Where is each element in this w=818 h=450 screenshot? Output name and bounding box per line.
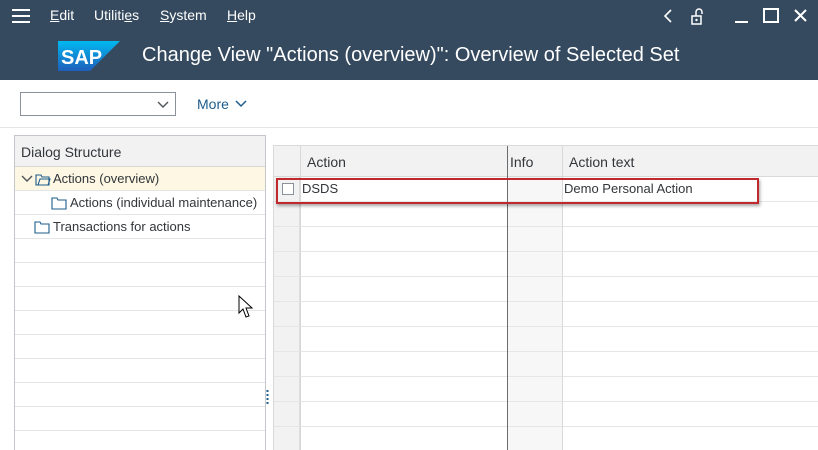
tree-empty-row	[15, 311, 265, 335]
chevron-down-icon	[157, 101, 169, 108]
tree-empty-row	[15, 383, 265, 407]
hamburger-menu-icon[interactable]	[12, 9, 30, 23]
row-selector[interactable]	[274, 252, 300, 276]
row-selector[interactable]	[274, 302, 300, 326]
column-header-action-text[interactable]: Action text	[569, 146, 634, 177]
menu-bar: Edit Utilities System Help	[0, 0, 818, 32]
column-header-info[interactable]: Info	[510, 146, 533, 177]
row-selector[interactable]	[274, 427, 300, 450]
tree-empty-row	[15, 431, 265, 450]
tree-empty-row	[15, 287, 265, 311]
info-cell	[508, 377, 563, 401]
minimize-icon[interactable]	[732, 6, 752, 26]
table-empty-row[interactable]	[274, 327, 818, 352]
more-button[interactable]: More	[197, 96, 229, 112]
info-cell	[508, 202, 563, 226]
table-empty-row[interactable]	[274, 277, 818, 302]
lock-icon[interactable]	[688, 6, 708, 26]
tree-item-actions-individual[interactable]: Actions (individual maintenance)	[15, 191, 265, 215]
table-empty-row[interactable]	[274, 427, 818, 450]
maximize-icon[interactable]	[761, 6, 781, 26]
expand-chevron-icon[interactable]	[20, 174, 34, 184]
info-cell	[508, 277, 563, 301]
sap-logo: SAP	[58, 41, 120, 71]
table-empty-row[interactable]	[274, 252, 818, 277]
tree-item-label: Actions (overview)	[53, 171, 160, 186]
tree-empty-row	[15, 263, 265, 287]
toolbar: More	[0, 80, 818, 128]
command-dropdown[interactable]	[20, 92, 176, 116]
table-empty-row[interactable]	[274, 227, 818, 252]
tree-empty-row	[15, 359, 265, 383]
table-empty-row[interactable]	[274, 302, 818, 327]
tree-empty-row	[15, 407, 265, 431]
table-empty-row[interactable]	[274, 377, 818, 402]
tree-empty-row	[15, 335, 265, 359]
sap-logo-text: SAP	[61, 47, 102, 69]
menu-help[interactable]: Help	[227, 7, 256, 23]
dialog-structure-panel: Dialog Structure Actions (overview) Acti…	[14, 135, 266, 450]
table-empty-row[interactable]	[274, 402, 818, 427]
row-highlight-annotation	[276, 178, 759, 204]
tree-item-transactions[interactable]: Transactions for actions	[15, 215, 265, 239]
info-cell	[508, 402, 563, 426]
row-selector[interactable]	[274, 377, 300, 401]
row-selector[interactable]	[274, 202, 300, 226]
tree-item-label: Actions (individual maintenance)	[70, 195, 258, 210]
mouse-cursor-icon	[238, 295, 254, 318]
splitter-handle[interactable]	[266, 390, 269, 404]
tree-item-label: Transactions for actions	[53, 219, 191, 234]
table-header	[274, 146, 818, 177]
row-selector[interactable]	[274, 402, 300, 426]
row-selector[interactable]	[274, 352, 300, 376]
info-cell	[508, 427, 563, 450]
info-cell	[508, 227, 563, 251]
more-chevron-down-icon[interactable]	[234, 98, 248, 110]
tree-item-actions-overview[interactable]: Actions (overview)	[15, 167, 265, 191]
table-empty-row[interactable]	[274, 352, 818, 377]
info-cell	[508, 252, 563, 276]
folder-icon	[51, 197, 67, 210]
title-bar: SAP Change View "Actions (overview)": Ov…	[0, 32, 818, 80]
column-header-action[interactable]: Action	[307, 146, 346, 177]
table-empty-row[interactable]	[274, 202, 818, 227]
row-selector[interactable]	[274, 227, 300, 251]
page-title: Change View "Actions (overview)": Overvi…	[142, 44, 680, 66]
back-icon[interactable]	[659, 6, 679, 26]
menu-utilities[interactable]: Utilities	[94, 7, 139, 23]
menu-system[interactable]: System	[160, 7, 207, 23]
info-cell	[508, 302, 563, 326]
open-folder-icon	[35, 174, 51, 186]
folder-icon	[34, 221, 50, 234]
menu-edit[interactable]: Edit	[50, 7, 74, 23]
more-button-label: More	[197, 96, 229, 112]
dialog-structure-header: Dialog Structure	[15, 136, 265, 167]
info-cell	[508, 327, 563, 351]
info-cell	[508, 352, 563, 376]
row-selector[interactable]	[274, 277, 300, 301]
tree-empty-row	[15, 239, 265, 263]
row-selector[interactable]	[274, 327, 300, 351]
close-icon[interactable]	[791, 6, 811, 26]
